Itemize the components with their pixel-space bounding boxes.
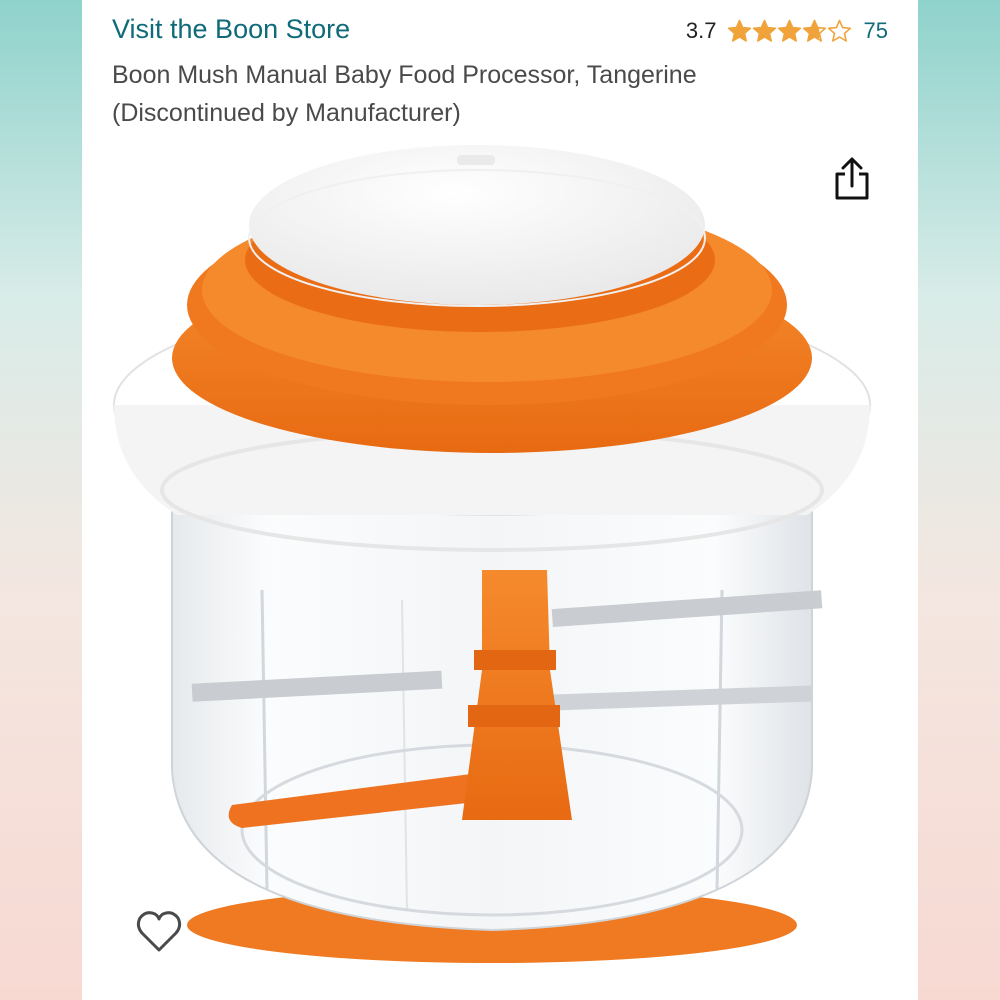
rating-count[interactable]: 75 <box>864 18 888 44</box>
star-rating[interactable] <box>727 19 852 43</box>
store-link[interactable]: Visit the Boon Store <box>112 14 350 45</box>
star-full-icon <box>752 19 776 42</box>
rating-summary: 3.7 75 <box>686 18 888 44</box>
product-title: Boon Mush Manual Baby Food Processor, Ta… <box>112 56 812 132</box>
share-icon[interactable] <box>832 156 872 202</box>
star-full-icon <box>777 19 801 42</box>
star-half-icon <box>802 19 826 42</box>
star-full-icon <box>727 19 751 42</box>
star-empty-icon <box>827 19 851 42</box>
product-image <box>113 145 871 963</box>
product-title-line2: (Discontinued by Manufacturer) <box>112 99 461 127</box>
heart-outline-icon[interactable] <box>134 906 184 956</box>
rating-value: 3.7 <box>685 18 717 43</box>
product-title-line1: Boon Mush Manual Baby Food Processor, Ta… <box>112 61 697 89</box>
product-card: Visit the Boon Store 3.7 75 Boon Mush Ma… <box>82 0 918 1000</box>
